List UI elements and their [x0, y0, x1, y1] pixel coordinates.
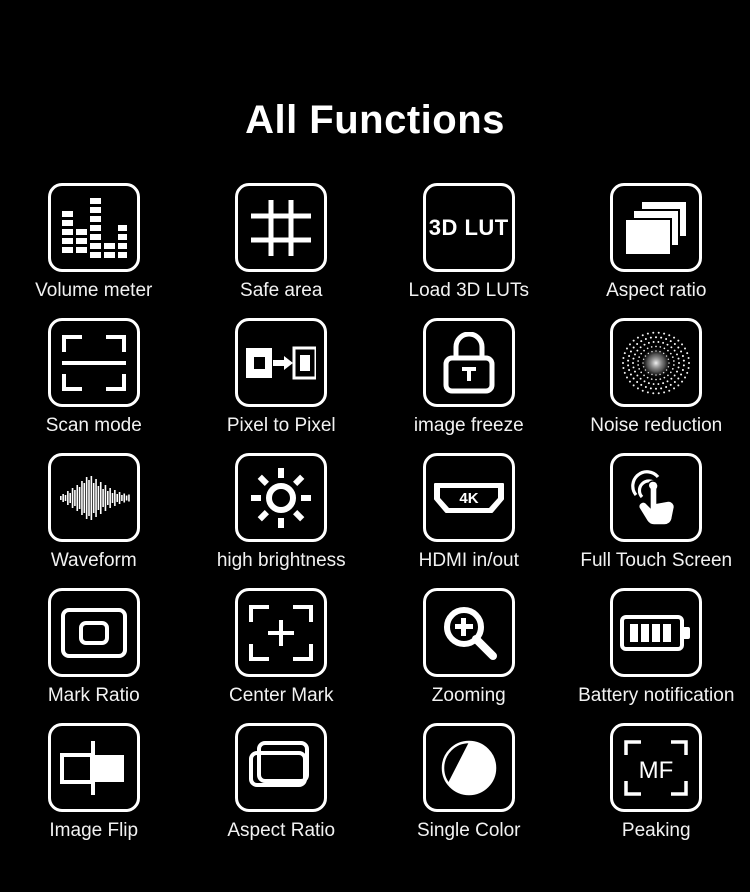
function-item-high-brightness[interactable]: high brightness	[188, 453, 376, 588]
sun-icon	[235, 453, 328, 542]
function-item-image-freeze[interactable]: image freeze	[375, 318, 563, 453]
image-flip-icon	[47, 723, 140, 812]
function-item-single-color[interactable]: Single Color	[375, 723, 563, 858]
center-cross-brackets-icon	[235, 588, 328, 677]
functions-grid: Volume meter Safe area 3D LUT Load 3D LU…	[0, 183, 750, 858]
stacked-frames-icon	[610, 183, 703, 272]
padlock-icon	[422, 318, 515, 407]
nested-rectangles-icon	[47, 588, 140, 677]
scan-mode-icon	[47, 318, 140, 407]
function-item-zooming[interactable]: Zooming	[375, 588, 563, 723]
function-label: Scan mode	[45, 415, 142, 436]
function-label: HDMI in/out	[418, 550, 519, 571]
function-label: Image Flip	[49, 820, 139, 841]
touch-hand-icon	[610, 453, 703, 542]
mf-label: MF	[639, 757, 674, 784]
function-item-load-3d-luts[interactable]: 3D LUT Load 3D LUTs	[375, 183, 563, 318]
waveform-icon	[47, 453, 140, 542]
function-item-pixel-to-pixel[interactable]: Pixel to Pixel	[188, 318, 376, 453]
function-label: Aspect ratio	[606, 280, 707, 301]
3d-lut-label: 3D LUT	[428, 214, 509, 240]
function-label: Single Color	[417, 820, 521, 841]
function-label: Noise reduction	[590, 415, 723, 436]
function-item-noise-reduction[interactable]: Noise reduction	[563, 318, 750, 453]
function-item-peaking[interactable]: MF Peaking	[563, 723, 750, 858]
hdmi-connector-icon: 4K	[422, 453, 515, 542]
function-label: Load 3D LUTs	[408, 280, 529, 301]
function-item-battery-notification[interactable]: Battery notification	[563, 588, 750, 723]
function-item-full-touch-screen[interactable]: Full Touch Screen	[563, 453, 750, 588]
function-label: Volume meter	[35, 280, 153, 301]
function-item-scan-mode[interactable]: Scan mode	[0, 318, 188, 453]
half-filled-circle-icon	[422, 723, 515, 812]
function-label: Waveform	[50, 550, 137, 571]
overlapping-frames-icon	[235, 723, 328, 812]
radial-dots-icon	[610, 318, 703, 407]
battery-icon	[610, 588, 703, 677]
function-item-center-mark[interactable]: Center Mark	[188, 588, 376, 723]
all-functions-page: All Functions Volume meter Safe area 3D …	[0, 0, 750, 892]
function-label: Aspect Ratio	[227, 820, 336, 841]
page-title: All Functions	[245, 98, 505, 142]
magnifier-plus-icon	[422, 588, 515, 677]
function-label: Full Touch Screen	[580, 550, 733, 571]
function-label: Battery notification	[578, 685, 735, 706]
mf-brackets-icon: MF	[610, 723, 703, 812]
function-label: Center Mark	[228, 685, 334, 706]
function-item-aspect-ratio-2[interactable]: Aspect Ratio	[188, 723, 376, 858]
safe-area-grid-icon	[235, 183, 328, 272]
hdmi-4k-label: 4K	[459, 490, 478, 507]
function-label: image freeze	[413, 415, 524, 436]
function-item-hdmi-in-out[interactable]: 4K HDMI in/out	[375, 453, 563, 588]
function-label: Mark Ratio	[47, 685, 140, 706]
function-label: Peaking	[621, 820, 691, 841]
volume-meter-icon	[47, 183, 140, 272]
function-label: Safe area	[240, 280, 323, 301]
function-item-volume-meter[interactable]: Volume meter	[0, 183, 188, 318]
function-item-image-flip[interactable]: Image Flip	[0, 723, 188, 858]
function-label: Pixel to Pixel	[226, 415, 336, 436]
function-item-mark-ratio[interactable]: Mark Ratio	[0, 588, 188, 723]
function-item-aspect-ratio[interactable]: Aspect ratio	[563, 183, 750, 318]
function-label: high brightness	[216, 550, 346, 571]
function-item-waveform[interactable]: Waveform	[0, 453, 188, 588]
pixel-to-pixel-icon	[235, 318, 328, 407]
function-item-safe-area[interactable]: Safe area	[188, 183, 376, 318]
function-label: Zooming	[431, 685, 506, 706]
3d-lut-text-icon: 3D LUT	[422, 183, 515, 272]
